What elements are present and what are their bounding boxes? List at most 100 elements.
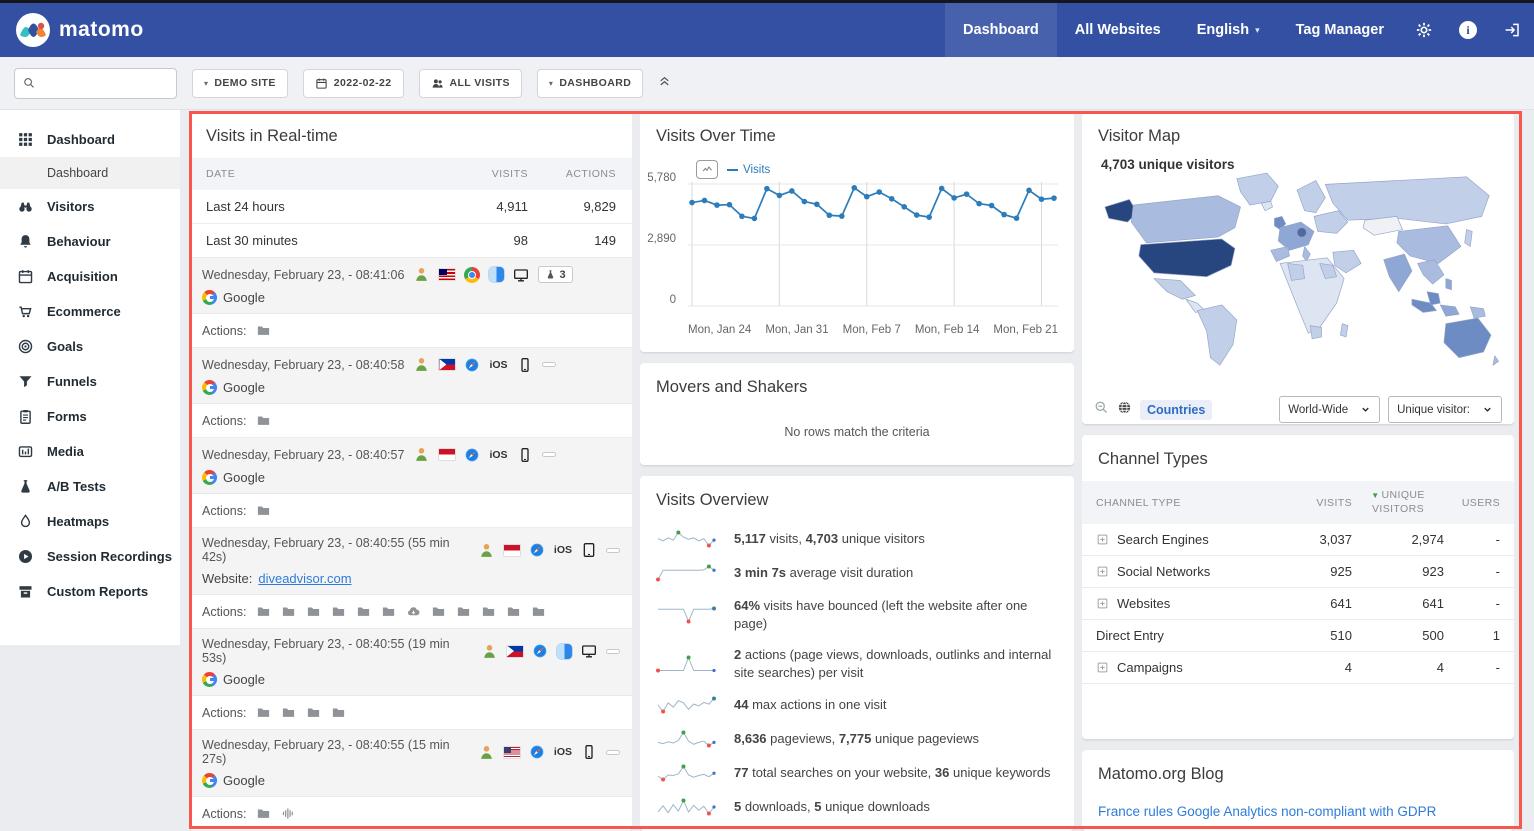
visitor-log-entry[interactable]: Wednesday, February 23, - 08:40:58 iOS G… <box>190 348 632 404</box>
column-unique-visitors[interactable]: ▼UNIQUE VISITORS <box>1352 489 1444 516</box>
settings-gear-icon[interactable] <box>1402 3 1446 57</box>
channel-row[interactable]: Social Networks 925 923 - <box>1082 556 1514 588</box>
sidebar-item-goals[interactable]: Goals <box>0 329 180 364</box>
help-info-icon[interactable]: i <box>1446 3 1490 57</box>
sparkline[interactable] <box>656 763 720 783</box>
map-zoom-out-icon[interactable] <box>1094 400 1109 420</box>
ab-test-badge <box>606 750 620 755</box>
overview-row: 64% visits have bounced (left the websit… <box>640 590 1074 639</box>
search-input[interactable] <box>41 76 168 90</box>
visitor-profile-icon[interactable] <box>478 744 495 761</box>
collapse-toolbar-icon[interactable] <box>657 73 672 93</box>
visitor-profile-icon[interactable] <box>413 446 430 463</box>
channel-visits: 510 <box>1276 628 1352 643</box>
sparkline[interactable] <box>656 529 720 549</box>
date-range-button[interactable]: 2022-02-22 <box>303 69 404 98</box>
world-map[interactable] <box>1082 158 1514 384</box>
sidebar-item-label: Session Recordings <box>47 549 172 564</box>
logout-icon[interactable] <box>1490 3 1534 57</box>
channel-visits: 3,037 <box>1276 532 1352 547</box>
visit-referrer: Google <box>202 773 620 788</box>
sidebar-item-a-b-tests[interactable]: A/B Tests <box>0 469 180 504</box>
visitor-profile-icon[interactable] <box>478 542 495 559</box>
visitor-log-entry[interactable]: Wednesday, February 23, - 08:40:55 (55 m… <box>190 528 632 595</box>
country-flag-icon <box>439 449 455 460</box>
channel-row[interactable]: Websites 641 641 - <box>1082 588 1514 620</box>
overview-row: 44 max actions in one visit <box>640 688 1074 722</box>
nav-language-dropdown[interactable]: English▾ <box>1179 3 1278 57</box>
visits-line-chart[interactable] <box>688 178 1058 312</box>
visitor-log-entry[interactable]: Wednesday, February 23, - 08:40:55 (15 m… <box>190 730 632 797</box>
visitor-log-entry[interactable]: Wednesday, February 23, - 08:41:06 3 Goo… <box>190 258 632 314</box>
map-region-select[interactable]: World-Wide <box>1279 396 1380 423</box>
visitor-profile-icon[interactable] <box>413 266 430 283</box>
dashboard-selector-button[interactable]: ▾ DASHBOARD <box>537 69 643 98</box>
channel-row[interactable]: Campaigns 4 4 - <box>1082 652 1514 684</box>
search-box[interactable] <box>14 68 177 99</box>
sidebar-item-visitors[interactable]: Visitors <box>0 189 180 224</box>
ab-test-badge <box>542 452 556 457</box>
sparkline[interactable] <box>656 563 720 583</box>
nav-dashboard[interactable]: Dashboard <box>945 3 1057 57</box>
visitor-log-entry[interactable]: Wednesday, February 23, - 08:40:57 iOS G… <box>190 438 632 494</box>
chart-legend-visits[interactable]: Visits <box>727 164 770 176</box>
realtime-summary-row: Last 30 minutes98149 <box>190 224 632 258</box>
nav-tag-manager[interactable]: Tag Manager <box>1278 3 1402 57</box>
sidebar-item-ecommerce[interactable]: Ecommerce <box>0 294 180 329</box>
sidebar-item-acquisition[interactable]: Acquisition <box>0 259 180 294</box>
map-visitor-count-label: 4,703 unique visitors <box>1098 156 1238 173</box>
sidebar-item-label: Forms <box>47 409 87 424</box>
expand-row-icon[interactable] <box>1096 597 1109 610</box>
sidebar-item-dashboard[interactable]: Dashboard <box>0 122 180 157</box>
y-axis-labels: 5,780 2,890 0 <box>640 178 682 308</box>
google-icon <box>202 380 217 395</box>
referrer-website-link[interactable]: diveadvisor.com <box>258 571 351 586</box>
sidebar-item-heatmaps[interactable]: Heatmaps <box>0 504 180 539</box>
channel-visits: 4 <box>1276 660 1352 675</box>
globe-icon[interactable] <box>1117 400 1132 420</box>
channel-unique-visitors: 500 <box>1352 628 1444 643</box>
visitor-profile-icon[interactable] <box>481 643 498 660</box>
sparkline[interactable] <box>656 654 720 674</box>
sidebar-item-session-recordings[interactable]: Session Recordings <box>0 539 180 574</box>
caret-down-icon: ▾ <box>549 79 553 88</box>
expand-row-icon[interactable] <box>1096 565 1109 578</box>
folder-icon <box>506 604 521 619</box>
legend-line-swatch <box>727 169 738 171</box>
channel-users: 1 <box>1444 628 1500 643</box>
column-visits[interactable]: VISITS <box>1276 497 1352 509</box>
sidebar-item-forms[interactable]: Forms <box>0 399 180 434</box>
sidebar-item-media[interactable]: Media <box>0 434 180 469</box>
countries-link[interactable]: Countries <box>1140 400 1212 420</box>
folder-icon <box>256 806 271 821</box>
folder-icon <box>331 705 346 720</box>
visitor-profile-icon[interactable] <box>413 356 430 373</box>
folder-icon <box>281 705 296 720</box>
os-icon: iOS <box>489 449 507 461</box>
map-metric-select[interactable]: Unique visitor: <box>1388 396 1502 423</box>
visitor-log-entry[interactable]: Wednesday, February 23, - 08:40:55 (19 m… <box>190 629 632 696</box>
matomo-logo[interactable]: matomo <box>0 13 144 47</box>
expand-row-icon[interactable] <box>1096 661 1109 674</box>
sparkline[interactable] <box>656 605 720 625</box>
export-image-icon[interactable] <box>696 160 718 179</box>
sidebar-item-funnels[interactable]: Funnels <box>0 364 180 399</box>
country-flag-icon <box>507 646 523 657</box>
channel-row[interactable]: Direct Entry 510 500 1 <box>1082 620 1514 652</box>
nav-all-websites[interactable]: All Websites <box>1057 3 1179 57</box>
sidebar-subitem-dashboard[interactable]: Dashboard <box>0 157 180 189</box>
site-selector-button[interactable]: ▾ DEMO SITE <box>192 69 288 98</box>
sidebar-item-behaviour[interactable]: Behaviour <box>0 224 180 259</box>
expand-row-icon[interactable] <box>1096 533 1109 546</box>
channel-row[interactable]: Search Engines 3,037 2,974 - <box>1082 524 1514 556</box>
sidebar-item-custom-reports[interactable]: Custom Reports <box>0 574 180 609</box>
segment-selector-button[interactable]: ALL VISITS <box>419 69 522 98</box>
blog-post-link[interactable]: France rules Google Analytics non-compli… <box>1082 796 1514 831</box>
sparkline[interactable] <box>656 729 720 749</box>
overview-metric-text: 2 actions (page views, downloads, outlin… <box>734 646 1058 681</box>
overview-row: 5,117 visits, 4,703 unique visitors <box>640 522 1074 556</box>
os-icon <box>557 644 572 659</box>
sparkline[interactable] <box>656 797 720 817</box>
column-users[interactable]: USERS <box>1444 497 1500 509</box>
sparkline[interactable] <box>656 695 720 715</box>
